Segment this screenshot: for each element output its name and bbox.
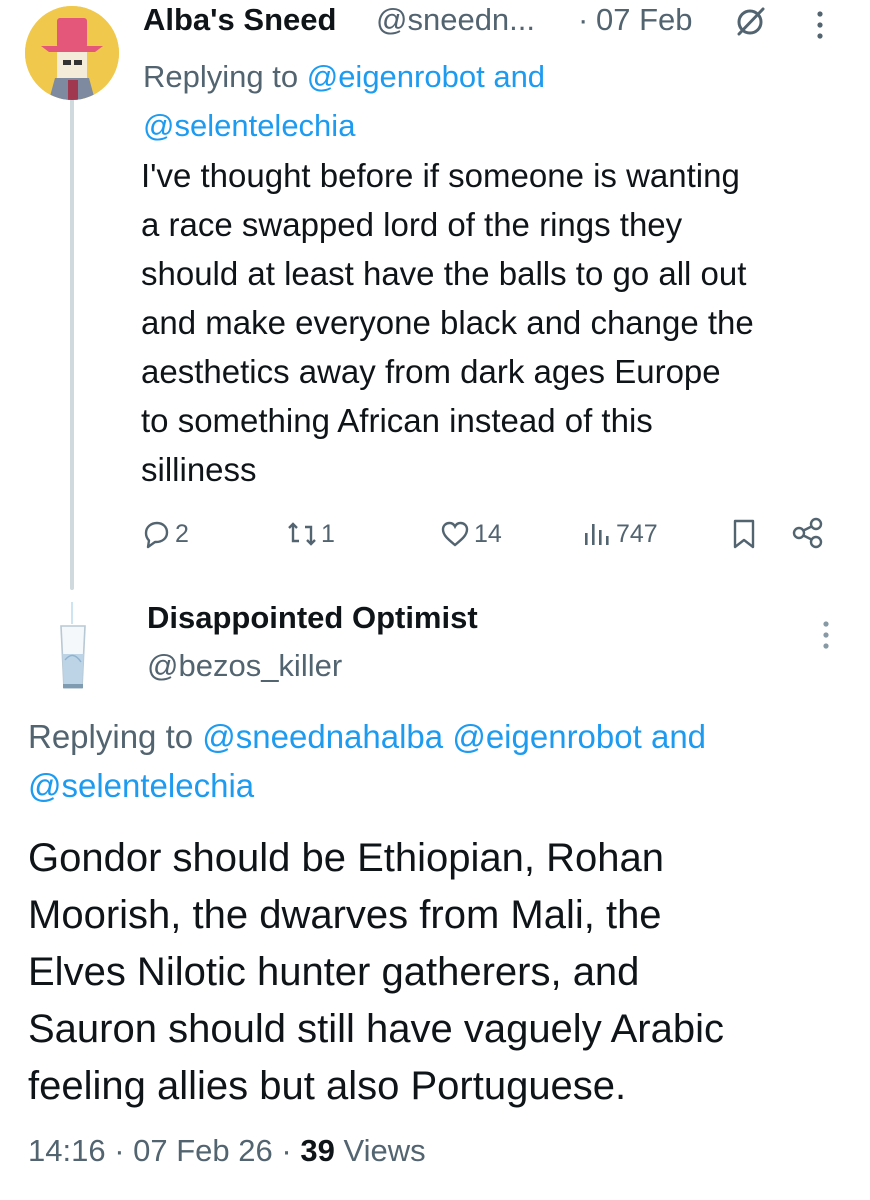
share-icon[interactable] [790, 516, 826, 550]
heart-icon [441, 521, 469, 547]
handle[interactable]: @bezos_killer [147, 648, 342, 684]
repost-button[interactable]: 1 [287, 514, 335, 554]
display-name[interactable]: Disappointed Optimist [147, 600, 478, 636]
thread-line [70, 98, 74, 590]
avatar[interactable] [55, 600, 91, 692]
tweet-date[interactable]: 07 Feb 26 [133, 1133, 273, 1168]
views-label: Views [343, 1133, 426, 1168]
tweet-meta: 14:16 · 07 Feb 26 · 39 Views [28, 1133, 426, 1169]
handle[interactable]: @sneedn... [376, 2, 535, 38]
repost-count: 1 [321, 519, 335, 548]
views-count: 39 [300, 1133, 335, 1168]
bookmark-icon[interactable] [729, 518, 759, 550]
replying-to: Replying to @eigenrobot and @selentelech… [143, 52, 843, 150]
replying-to: Replying to @sneednahalba @eigenrobot an… [28, 712, 848, 810]
repost-icon [288, 522, 316, 546]
mention-link[interactable]: @selentelechia [143, 108, 355, 143]
replying-prefix: Replying to [143, 59, 299, 94]
replying-and[interactable]: and [651, 718, 706, 755]
replying-and[interactable]: and [493, 59, 545, 94]
like-count: 14 [474, 519, 502, 548]
mention-link[interactable]: @selentelechia [28, 767, 254, 804]
separator: · [114, 1133, 125, 1168]
like-button[interactable]: 14 [440, 514, 502, 554]
more-vertical-icon[interactable] [814, 618, 838, 652]
tweet-date[interactable]: 07 Feb [596, 2, 693, 38]
mention-link[interactable]: @eigenrobot [452, 718, 641, 755]
tweet-text: I've thought before if someone is wantin… [141, 157, 754, 488]
grok-icon[interactable] [732, 4, 768, 40]
reply-count: 2 [175, 519, 189, 548]
display-name[interactable]: Alba's Sneed [143, 2, 336, 38]
reply-icon [144, 521, 169, 549]
mention-link[interactable]: @sneednahalba [202, 718, 443, 755]
more-vertical-icon[interactable] [808, 8, 832, 42]
avatar-image [55, 600, 91, 692]
views-button[interactable]: 747 [582, 514, 658, 554]
avatar[interactable] [25, 6, 119, 100]
reply-button[interactable]: 2 [141, 514, 189, 554]
replying-prefix: Replying to [28, 718, 194, 755]
tweet-text: Gondor should be Ethiopian, Rohan Mooris… [28, 836, 724, 1108]
separator: · [281, 1133, 292, 1168]
views-icon [585, 524, 609, 545]
views-count: 747 [616, 519, 658, 548]
separator: · [578, 2, 589, 37]
tweet-time[interactable]: 14:16 [28, 1133, 106, 1168]
mention-link[interactable]: @eigenrobot [307, 59, 485, 94]
avatar-image [25, 6, 119, 100]
